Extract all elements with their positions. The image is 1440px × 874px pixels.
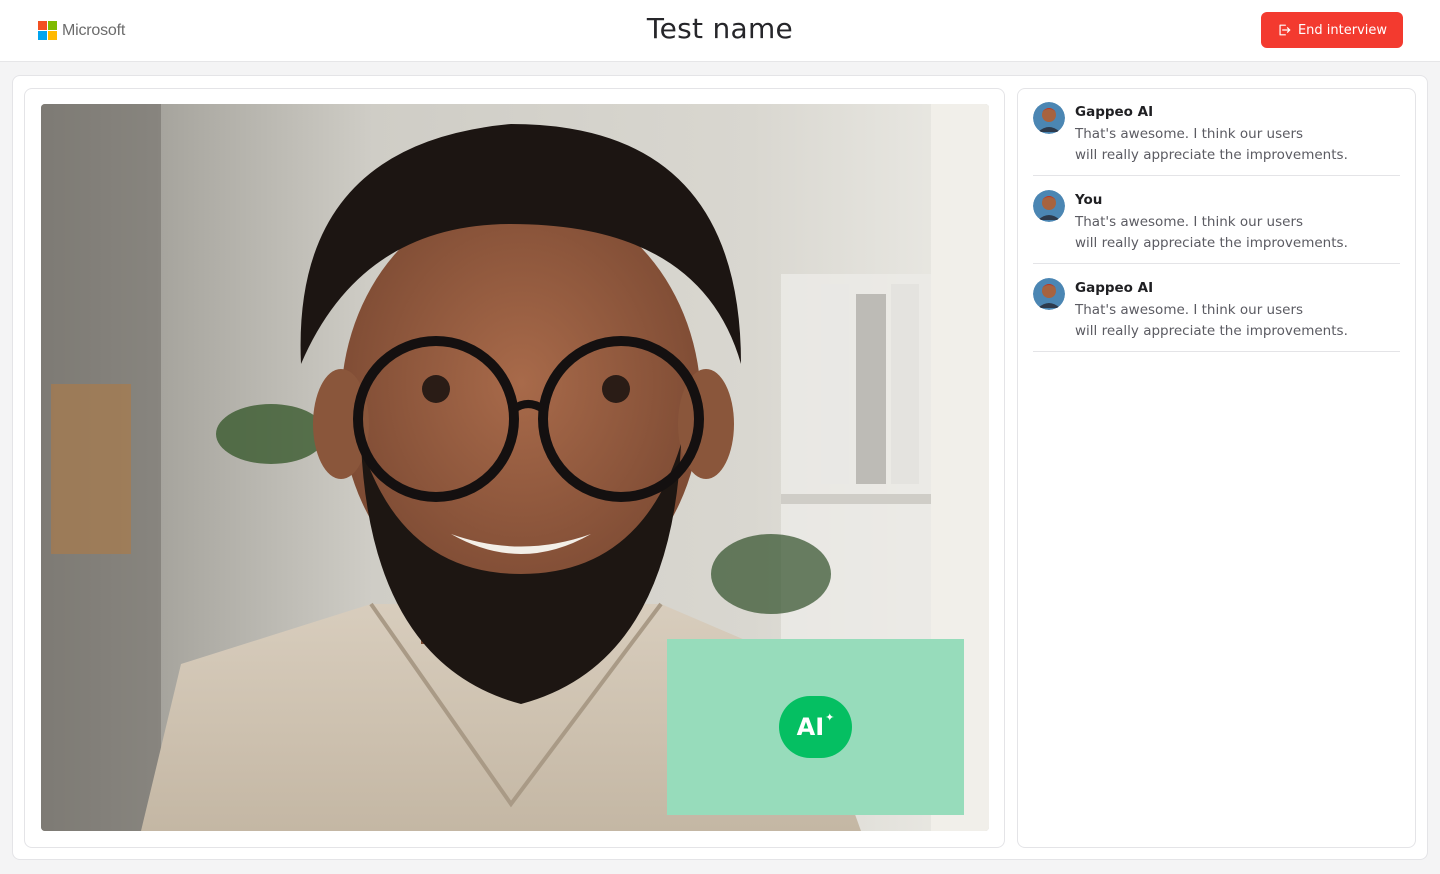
message-text: That's awesome. I think our users xyxy=(1075,126,1304,142)
page-title: Test name xyxy=(646,12,794,45)
top-bar: Microsoft Test name End interview xyxy=(0,0,1440,62)
message-text: That's awesome. I think our users xyxy=(1075,302,1304,318)
sparkle-icon: ✦ xyxy=(825,710,835,724)
chat-message: You That's awesome. I think our users wi… xyxy=(1033,176,1400,264)
message-text: will really appreciate the improvements. xyxy=(1075,235,1348,251)
ai-badge-label: AI xyxy=(796,713,825,741)
message-sender: Gappeo AI xyxy=(1075,280,1154,296)
message-text: will really appreciate the improvements. xyxy=(1075,323,1348,339)
user-avatar xyxy=(1033,278,1065,310)
message-text: That's awesome. I think our users xyxy=(1075,214,1304,230)
message-sender: Gappeo AI xyxy=(1075,104,1154,120)
ai-badge: AI ✦ xyxy=(779,696,852,758)
user-avatar xyxy=(1033,190,1065,222)
end-interview-button[interactable]: End interview xyxy=(1261,12,1403,48)
chat-message: Gappeo AI That's awesome. I think our us… xyxy=(1033,264,1400,352)
end-interview-label: End interview xyxy=(1297,22,1388,38)
chat-message: Gappeo AI That's awesome. I think our us… xyxy=(1033,88,1400,176)
user-avatar xyxy=(1033,102,1065,134)
exit-icon xyxy=(1279,24,1291,36)
message-sender: You xyxy=(1075,192,1103,208)
message-text: will really appreciate the improvements. xyxy=(1075,147,1348,163)
